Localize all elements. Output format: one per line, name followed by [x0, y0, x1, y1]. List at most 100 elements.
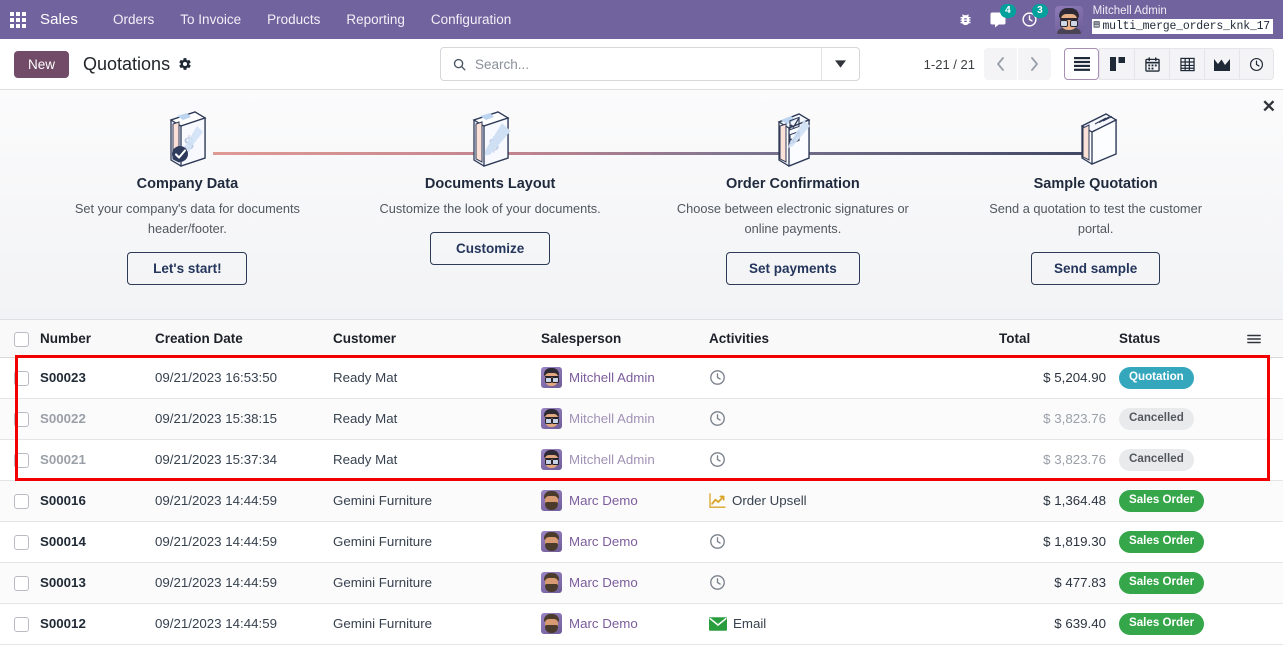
cell-creation-date[interactable]: 09/21/2023 15:37:34 — [155, 439, 333, 481]
envelope-icon[interactable] — [709, 617, 727, 631]
select-all-checkbox[interactable] — [14, 331, 29, 347]
column-header-total[interactable]: Total — [999, 320, 1106, 358]
row-checkbox[interactable] — [14, 370, 29, 386]
view-pivot-button[interactable] — [1169, 48, 1204, 80]
column-header-customer[interactable]: Customer — [333, 320, 541, 358]
customize-button[interactable]: Customize — [430, 231, 551, 265]
table-row[interactable]: S00016 09/21/2023 14:44:59 Gemini Furnitur… — [0, 480, 1283, 522]
cell-salesperson[interactable]: Marc Demo — [541, 521, 709, 563]
clock-icon[interactable] — [709, 533, 726, 550]
row-checkbox[interactable] — [14, 452, 29, 468]
clock-icon[interactable] — [709, 369, 726, 386]
cell-number[interactable]: S00022 — [40, 398, 155, 440]
search-input-wrapper[interactable] — [441, 48, 821, 80]
view-kanban-button[interactable] — [1099, 48, 1134, 80]
table-row[interactable]: S00014 09/21/2023 14:44:59 Gemini Furnitur… — [0, 521, 1283, 563]
activities-icon[interactable]: 3 — [1015, 3, 1048, 35]
cell-activities[interactable] — [709, 439, 999, 481]
cell-number[interactable]: S00023 — [40, 357, 155, 399]
total-amount: $ 639.40 — [1054, 616, 1106, 632]
avatar[interactable] — [1054, 5, 1083, 34]
cell-customer[interactable]: Gemini Furniture — [333, 603, 541, 645]
table-row[interactable]: S00012 09/21/2023 14:44:59 Gemini Furnitur… — [0, 603, 1283, 645]
messages-icon[interactable]: 4 — [983, 3, 1016, 35]
search-dropdown-toggle[interactable] — [821, 48, 859, 80]
view-calendar-button[interactable] — [1134, 48, 1169, 80]
apps-grid-icon[interactable] — [10, 11, 26, 28]
pager-next-button[interactable] — [1018, 48, 1051, 80]
cell-number[interactable]: S00014 — [40, 521, 155, 563]
cell-number[interactable]: S00021 — [40, 439, 155, 481]
table-body: S00023 09/21/2023 16:53:50 Ready Mat Mitche… — [0, 357, 1283, 645]
menu-to-invoice[interactable]: To Invoice — [167, 3, 254, 36]
cell-salesperson[interactable]: Mitchell Admin — [541, 357, 709, 399]
menu-configuration[interactable]: Configuration — [418, 3, 524, 36]
app-brand-sales[interactable]: Sales — [40, 11, 78, 28]
cell-creation-date[interactable]: 09/21/2023 15:38:15 — [155, 398, 333, 440]
cell-customer[interactable]: Gemini Furniture — [333, 521, 541, 563]
column-options-icon[interactable] — [1246, 332, 1283, 346]
menu-products[interactable]: Products — [254, 3, 333, 36]
menu-reporting[interactable]: Reporting — [333, 3, 418, 36]
column-header-creation-date[interactable]: Creation Date — [155, 320, 333, 358]
cell-creation-date[interactable]: 09/21/2023 14:44:59 — [155, 521, 333, 563]
clock-icon[interactable] — [709, 574, 726, 591]
cell-number[interactable]: S00013 — [40, 562, 155, 604]
cell-activities[interactable] — [709, 562, 999, 604]
cell-number[interactable]: S00012 — [40, 603, 155, 645]
onboarding-description: Choose between electronic signatures or … — [676, 201, 909, 236]
column-header-status[interactable]: Status — [1106, 320, 1246, 358]
menu-orders[interactable]: Orders — [100, 3, 167, 36]
row-checkbox[interactable] — [14, 411, 29, 427]
cell-creation-date[interactable]: 09/21/2023 14:44:59 — [155, 480, 333, 522]
cell-salesperson[interactable]: Marc Demo — [541, 562, 709, 604]
user-menu[interactable]: Mitchell Admin ▤ multi_merge_orders_knk_… — [1091, 5, 1273, 34]
view-activity-button[interactable] — [1239, 48, 1274, 80]
chart-upsell-icon[interactable] — [709, 493, 726, 509]
view-list-button[interactable] — [1064, 48, 1099, 80]
cell-number[interactable]: S00016 — [40, 480, 155, 522]
cell-salesperson[interactable]: Marc Demo — [541, 603, 709, 645]
cell-customer[interactable]: Ready Mat — [333, 398, 541, 440]
new-button[interactable]: New — [14, 50, 70, 78]
cell-activities[interactable]: Email — [709, 603, 999, 645]
column-header-salesperson[interactable]: Salesperson — [541, 320, 709, 358]
table-row[interactable]: S00021 09/21/2023 15:37:34 Ready Mat Mitche… — [0, 439, 1283, 481]
cell-salesperson[interactable]: Mitchell Admin — [541, 439, 709, 481]
cell-salesperson[interactable]: Mitchell Admin — [541, 398, 709, 440]
view-graph-button[interactable] — [1204, 48, 1239, 80]
cell-creation-date[interactable]: 09/21/2023 14:44:59 — [155, 562, 333, 604]
cell-status: Sales Order — [1106, 480, 1246, 522]
table-row[interactable]: S00022 09/21/2023 15:38:15 Ready Mat Mitche… — [0, 398, 1283, 440]
row-checkbox[interactable] — [14, 493, 29, 509]
cell-spacer — [1246, 480, 1283, 522]
table-row[interactable]: S00013 09/21/2023 14:44:59 Gemini Furnitur… — [0, 562, 1283, 604]
cell-activities[interactable]: Order Upsell — [709, 480, 999, 522]
row-checkbox[interactable] — [14, 616, 29, 632]
cell-creation-date[interactable]: 09/21/2023 16:53:50 — [155, 357, 333, 399]
search-input[interactable] — [475, 56, 821, 72]
cell-customer[interactable]: Gemini Furniture — [333, 480, 541, 522]
lets-start-button[interactable]: Let's start! — [127, 251, 248, 285]
cell-salesperson[interactable]: Marc Demo — [541, 480, 709, 522]
gear-icon[interactable] — [178, 57, 192, 71]
pager-previous-button[interactable] — [984, 48, 1017, 80]
clock-icon[interactable] — [709, 410, 726, 427]
set-payments-button[interactable]: Set payments — [725, 251, 860, 285]
column-header-number[interactable]: Number — [40, 320, 155, 358]
cell-activities[interactable] — [709, 521, 999, 563]
cell-activities[interactable] — [709, 398, 999, 440]
bug-icon[interactable] — [951, 5, 981, 35]
cell-customer[interactable]: Ready Mat — [333, 357, 541, 399]
row-checkbox[interactable] — [14, 575, 29, 591]
send-sample-button[interactable]: Send sample — [1030, 251, 1161, 285]
cell-customer[interactable]: Ready Mat — [333, 439, 541, 481]
clock-icon[interactable] — [709, 451, 726, 468]
column-header-activities[interactable]: Activities — [709, 320, 999, 358]
cell-customer[interactable]: Gemini Furniture — [333, 562, 541, 604]
row-checkbox[interactable] — [14, 534, 29, 550]
cell-activities[interactable] — [709, 357, 999, 399]
table-row[interactable]: S00023 09/21/2023 16:53:50 Ready Mat Mitche… — [0, 357, 1283, 399]
salesperson-avatar — [541, 613, 562, 635]
cell-creation-date[interactable]: 09/21/2023 14:44:59 — [155, 603, 333, 645]
